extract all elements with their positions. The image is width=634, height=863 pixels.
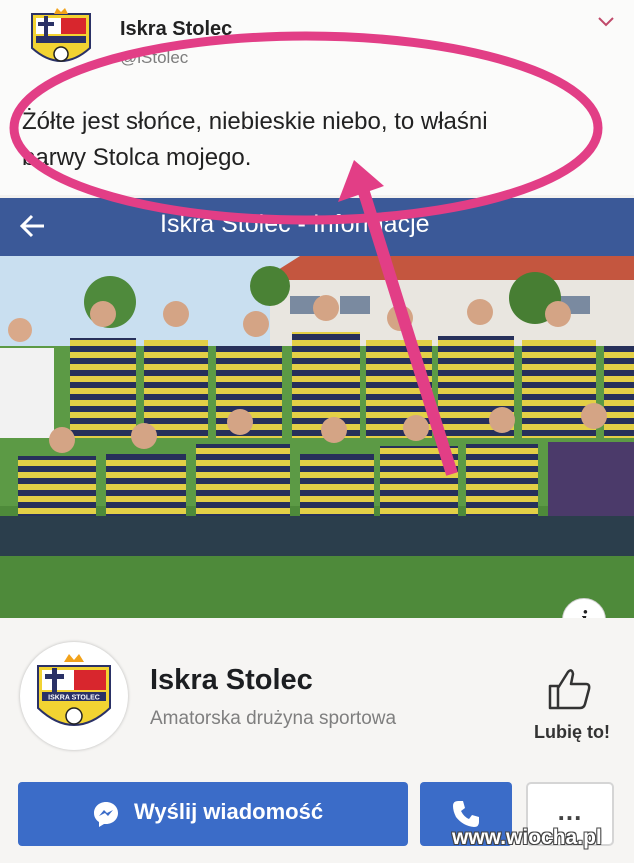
page-category: Amatorska drużyna sportowa xyxy=(150,708,397,729)
page-name[interactable]: Iskra Stolec xyxy=(150,664,313,697)
send-message-label: Wyślij wiadomość xyxy=(134,799,324,824)
tweet-author-handle[interactable]: @iStolec xyxy=(120,48,188,68)
messenger-icon xyxy=(94,802,118,827)
facebook-page-title: Iskra Stolec - Informacje xyxy=(160,210,430,238)
chevron-down-icon[interactable] xyxy=(596,14,616,30)
more-icon: ... xyxy=(557,796,583,826)
back-arrow-icon[interactable] xyxy=(14,208,54,244)
like-button[interactable]: Lubię to! xyxy=(520,664,624,754)
tweet-text: Żółte jest słońce, niebieskie niebo, to … xyxy=(22,108,488,171)
club-crest-icon xyxy=(31,8,91,62)
thumbs-up-icon xyxy=(548,669,591,710)
watermark: www.wiocha.pl xyxy=(452,826,602,849)
tweet-card: Iskra Stolec @iStolec Żółte jest słońce,… xyxy=(0,0,634,195)
cover-photo[interactable] xyxy=(0,256,634,618)
page-avatar[interactable]: ISKRA STOLEC xyxy=(20,642,128,750)
tweet-author-name[interactable]: Iskra Stolec xyxy=(120,18,232,41)
club-crest-icon: ISKRA STOLEC xyxy=(37,654,111,726)
crest-text: ISKRA STOLEC xyxy=(48,695,100,702)
send-message-button[interactable]: Wyślij wiadomość xyxy=(18,782,408,846)
phone-icon xyxy=(453,801,479,827)
facebook-header-bar: Iskra Stolec - Informacje xyxy=(0,198,634,256)
like-label: Lubię to! xyxy=(534,722,610,742)
